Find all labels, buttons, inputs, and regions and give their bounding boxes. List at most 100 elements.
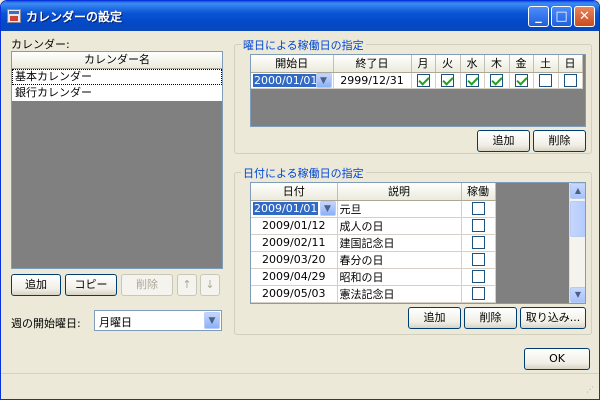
close-button[interactable]: ✕ [574,6,595,27]
calendar-list[interactable]: カレンダー名 基本カレンダー 銀行カレンダー [11,51,223,269]
col-wed[interactable]: 水 [460,55,485,73]
window-title: カレンダーの設定 [26,10,123,24]
description-cell[interactable]: 昭和の日 [337,268,462,286]
scroll-down-icon[interactable]: ▼ [570,287,585,303]
date-row[interactable]: 2009/03/20 春分の日 [251,251,496,269]
chevron-down-icon[interactable]: ▼ [315,72,332,87]
working-cell[interactable] [461,217,496,235]
col-fri[interactable]: 金 [509,55,534,73]
mon-cell[interactable] [411,72,436,89]
add-calendar-button[interactable]: 追加 [11,274,61,296]
col-date[interactable]: 日付 [251,183,338,201]
col-mon[interactable]: 月 [411,55,436,73]
tue-checkbox[interactable] [441,73,454,87]
date-row[interactable]: 2009/05/04みどりの日 [251,302,496,303]
col-sat[interactable]: 土 [533,55,559,73]
thu-cell[interactable] [484,72,510,89]
description-cell[interactable]: 元旦 [337,200,462,218]
col-thu[interactable]: 木 [484,55,510,73]
minimize-button[interactable]: _ [528,6,549,27]
mon-checkbox[interactable] [416,73,430,87]
working-cell[interactable] [461,268,496,286]
col-sun[interactable]: 日 [558,55,583,73]
delete-calendar-button[interactable]: 削除 [121,274,173,296]
date-value: 2009/01/12 [262,219,326,232]
date-value: 2009/02/11 [262,236,326,249]
move-up-button[interactable]: ↑ [177,274,197,296]
date-cell[interactable]: 2009/01/12 [251,217,338,235]
date-row[interactable]: 2009/04/29 昭和の日 [251,268,496,286]
date-cell[interactable]: 2009/05/04 [251,302,338,303]
end-date-cell[interactable]: 2999/12/31 [333,72,412,89]
date-row[interactable]: 2009/02/11 建国記念日 [251,234,496,252]
date-grid[interactable]: 日付 説明 稼働 2009/01/01 ▼ 元旦 2009/01/12 成人の日 2009… [250,182,586,304]
weekday-row[interactable]: 2000/01/01 ▼ 2999/12/31 [251,72,583,89]
add-date-button[interactable]: 追加 [408,307,461,329]
working-checkbox[interactable] [471,253,485,267]
working-checkbox[interactable] [471,236,485,250]
description-cell[interactable]: 成人の日 [337,217,462,235]
date-cell[interactable]: 2009/01/01 ▼ [251,200,338,218]
working-checkbox[interactable] [471,270,485,284]
col-start-date[interactable]: 開始日 [251,55,334,73]
delete-date-button[interactable]: 削除 [464,307,517,329]
date-row[interactable]: 2009/01/12 成人の日 [251,217,496,235]
date-value: 2009/03/20 [262,253,326,266]
col-tue[interactable]: 火 [435,55,461,73]
start-date-cell[interactable]: 2000/01/01 ▼ [251,72,334,89]
col-description[interactable]: 説明 [337,183,462,201]
calendar-name-header[interactable]: カレンダー名 [12,52,222,69]
sat-checkbox[interactable] [539,73,552,87]
tue-cell[interactable] [435,72,461,89]
week-start-select[interactable]: 月曜日 ▼ [94,310,222,331]
working-cell[interactable] [461,285,496,303]
sun-checkbox[interactable] [563,73,577,87]
maximize-button[interactable]: □ [551,6,572,27]
working-cell[interactable] [461,234,496,252]
calendar-item-basic[interactable]: 基本カレンダー [12,69,222,85]
thu-checkbox[interactable] [490,73,503,87]
delete-weekday-button[interactable]: 削除 [533,130,586,152]
date-grid-scrollbar[interactable]: ▲ ▼ [569,183,585,303]
working-checkbox[interactable] [471,202,485,216]
scroll-thumb[interactable] [570,201,585,237]
import-button[interactable]: 取り込み... [520,307,586,329]
move-down-button[interactable]: ↓ [200,274,220,296]
copy-calendar-button[interactable]: コピー [65,274,117,296]
fri-cell[interactable] [509,72,534,89]
description-cell[interactable]: 憲法記念日 [337,285,462,303]
description-cell[interactable]: 春分の日 [337,251,462,269]
date-cell[interactable]: 2009/03/20 [251,251,338,269]
weekday-grid[interactable]: 開始日 終了日 月 火 水 木 金 土 日 2000/01/01 ▼ 2999/1… [250,54,586,127]
description-cell[interactable]: 建国記念日 [337,234,462,252]
date-row[interactable]: 2009/01/01 ▼ 元旦 [251,200,496,218]
resize-grip-icon[interactable]: ⋰ [586,385,594,394]
working-cell[interactable] [461,200,496,218]
col-working[interactable]: 稼働 [461,183,496,201]
scroll-up-icon[interactable]: ▲ [570,183,585,199]
sun-cell[interactable] [558,72,583,89]
add-weekday-button[interactable]: 追加 [477,130,530,152]
col-end-date[interactable]: 終了日 [333,55,412,73]
sat-cell[interactable] [533,72,559,89]
chevron-down-icon[interactable]: ▼ [319,200,336,216]
date-cell[interactable]: 2009/05/03 [251,285,338,303]
working-cell[interactable] [461,251,496,269]
chevron-down-icon[interactable]: ▼ [204,312,220,329]
working-checkbox[interactable] [471,287,485,301]
wed-cell[interactable] [460,72,485,89]
date-cell[interactable]: 2009/04/29 [251,268,338,286]
description-cell[interactable]: みどりの日 [337,302,462,303]
date-group-title: 日付による稼働日の指定 [241,165,366,181]
working-cell[interactable] [461,302,496,303]
working-checkbox[interactable] [471,219,485,233]
title-bar[interactable]: カレンダーの設定 _ □ ✕ [1,1,599,31]
date-row[interactable]: 2009/05/03 憲法記念日 [251,285,496,303]
date-cell[interactable]: 2009/02/11 [251,234,338,252]
ok-button[interactable]: OK [524,348,590,370]
fri-checkbox[interactable] [514,73,528,87]
calendar-item-bank[interactable]: 銀行カレンダー [12,85,222,101]
wed-checkbox[interactable] [465,73,479,87]
weekday-group-title: 曜日による稼働日の指定 [241,37,366,53]
week-start-label: 週の開始曜日: [11,317,81,330]
